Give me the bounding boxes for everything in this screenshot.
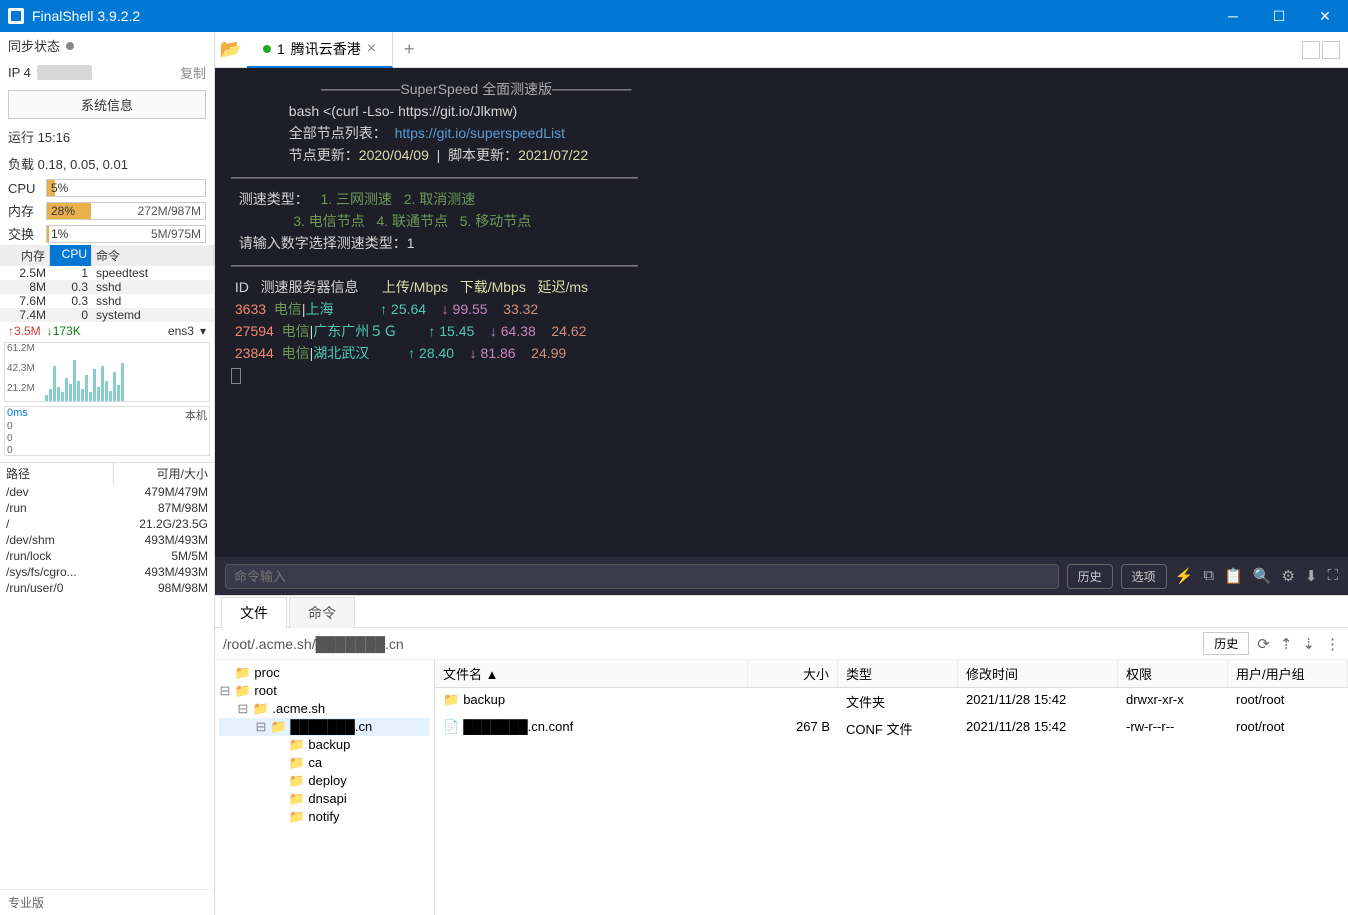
disk-row[interactable]: /sys/fs/cgro...493M/493M	[0, 564, 214, 580]
download-icon[interactable]: ⬇	[1305, 567, 1318, 585]
fullscreen-icon[interactable]: ⛶	[1327, 567, 1338, 585]
mem-bar: 28%272M/987M	[46, 202, 206, 220]
tree-node[interactable]: 📁 deploy	[219, 772, 430, 790]
tree-node[interactable]: 📁 proc	[219, 664, 430, 682]
terminal-cursor	[231, 368, 241, 384]
cpu-bar: 5%	[46, 179, 206, 197]
bolt-icon[interactable]: ⚡	[1175, 567, 1194, 585]
command-tab[interactable]: 命令	[289, 597, 355, 628]
swap-label: 交换	[8, 224, 40, 243]
disk-table-header: 路径 可用/大小	[0, 462, 214, 484]
split-view-icon[interactable]	[1322, 41, 1340, 59]
paste-icon[interactable]: 📋	[1224, 567, 1243, 585]
net-down: ↓173K	[47, 324, 81, 338]
ip-value: ██████	[37, 65, 92, 80]
app-title: FinalShell 3.9.2.2	[32, 8, 140, 24]
process-row[interactable]: 8M0.3sshd	[0, 280, 214, 294]
maximize-button[interactable]: ☐	[1256, 0, 1302, 32]
refresh-icon[interactable]: ⟳	[1257, 635, 1270, 653]
file-row[interactable]: 📁backup文件夹2021/11/28 15:42drwxr-xr-xroot…	[435, 688, 1348, 715]
net-up: ↑3.5M	[8, 324, 41, 338]
latency-chart: 0ms 本机 0 0 0	[4, 406, 210, 456]
tree-node[interactable]: ⊟ 📁 root	[219, 682, 430, 700]
sidebar: 同步状态 IP 4 ██████ 复制 系统信息 运行 15:16 负载 0.1…	[0, 32, 215, 915]
edition-label: 专业版	[0, 889, 214, 915]
open-folder-icon[interactable]: 📂	[215, 34, 247, 66]
tree-node[interactable]: 📁 notify	[219, 808, 430, 826]
tree-node[interactable]: ⊟ 📁 .acme.sh	[219, 700, 430, 718]
load-text: 负载 0.18, 0.05, 0.01	[8, 154, 128, 173]
connection-dot-icon	[263, 45, 271, 53]
process-row[interactable]: 2.5M1speedtest	[0, 266, 214, 280]
disk-row[interactable]: /run/user/098M/98M	[0, 580, 214, 596]
more-icon[interactable]: ⋮	[1325, 635, 1340, 653]
chevron-down-icon[interactable]: ▾	[200, 324, 206, 338]
copy-icon[interactable]: ⧉	[1203, 567, 1214, 585]
ip-label: IP 4	[8, 65, 31, 80]
swap-bar: 1%5M/975M	[46, 225, 206, 243]
tree-node[interactable]: 📁 dnsapi	[219, 790, 430, 808]
mem-label: 内存	[8, 201, 40, 220]
disk-row[interactable]: /dev/shm493M/493M	[0, 532, 214, 548]
minimize-button[interactable]: ─	[1210, 0, 1256, 32]
grid-view-icon[interactable]	[1302, 41, 1320, 59]
tree-node[interactable]: 📁 backup	[219, 736, 430, 754]
network-chart: 61.2M 42.3M 21.2M	[4, 342, 210, 402]
disk-row[interactable]: /21.2G/23.5G	[0, 516, 214, 532]
options-button[interactable]: 选项	[1121, 564, 1167, 589]
gear-icon[interactable]: ⚙	[1281, 567, 1294, 585]
file-list-header[interactable]: 文件名 ▲ 大小 类型 修改时间 权限 用户/用户组	[435, 660, 1348, 688]
disk-row[interactable]: /dev479M/479M	[0, 484, 214, 500]
system-info-button[interactable]: 系统信息	[8, 90, 206, 119]
terminal-tab[interactable]: 1 腾讯云香港 ×	[247, 32, 393, 68]
history-button[interactable]: 历史	[1203, 632, 1249, 655]
app-logo	[8, 8, 24, 24]
tree-node[interactable]: ⊟ 📁 ███████.cn	[219, 718, 430, 736]
disk-row[interactable]: /run/lock5M/5M	[0, 548, 214, 564]
breadcrumb[interactable]: /root/.acme.sh/███████.cn	[223, 636, 1195, 652]
command-bar: 历史 选项 ⚡ ⧉ 📋 🔍 ⚙ ⬇ ⛶	[215, 557, 1348, 595]
process-table-header: 内存 CPU 命令	[0, 245, 214, 266]
history-button[interactable]: 历史	[1067, 564, 1113, 589]
upload-icon[interactable]: ⇡	[1280, 635, 1293, 653]
net-interface: ens3	[168, 324, 194, 338]
file-tab[interactable]: 文件	[221, 597, 287, 628]
file-panel: 文件 命令 /root/.acme.sh/███████.cn 历史 ⟳ ⇡ ⇣…	[215, 595, 1348, 915]
file-row[interactable]: 📄███████.cn.conf267 BCONF 文件2021/11/28 1…	[435, 715, 1348, 742]
process-row[interactable]: 7.4M0systemd	[0, 308, 214, 322]
tab-close-icon[interactable]: ×	[367, 40, 376, 58]
cpu-label: CPU	[8, 181, 40, 196]
tab-bar: 📂 1 腾讯云香港 × +	[215, 32, 1348, 68]
copy-button[interactable]: 复制	[180, 63, 206, 82]
command-input[interactable]	[225, 564, 1059, 589]
new-tab-button[interactable]: +	[393, 39, 425, 60]
download-icon[interactable]: ⇣	[1302, 635, 1315, 653]
terminal-output[interactable]: ────────SuperSpeed 全面测速版──────── bash <(…	[215, 68, 1348, 557]
tree-node[interactable]: 📁 ca	[219, 754, 430, 772]
search-icon[interactable]: 🔍	[1253, 567, 1272, 585]
close-button[interactable]: ✕	[1302, 0, 1348, 32]
sync-status-dot-icon	[66, 42, 74, 50]
titlebar: FinalShell 3.9.2.2 ─ ☐ ✕	[0, 0, 1348, 32]
disk-row[interactable]: /run87M/98M	[0, 500, 214, 516]
process-row[interactable]: 7.6M0.3sshd	[0, 294, 214, 308]
file-tree[interactable]: 📁 proc⊟ 📁 root⊟ 📁 .acme.sh⊟ 📁 ███████.cn…	[215, 660, 435, 915]
sync-status-label: 同步状态	[8, 36, 60, 55]
uptime-text: 运行 15:16	[8, 127, 70, 146]
